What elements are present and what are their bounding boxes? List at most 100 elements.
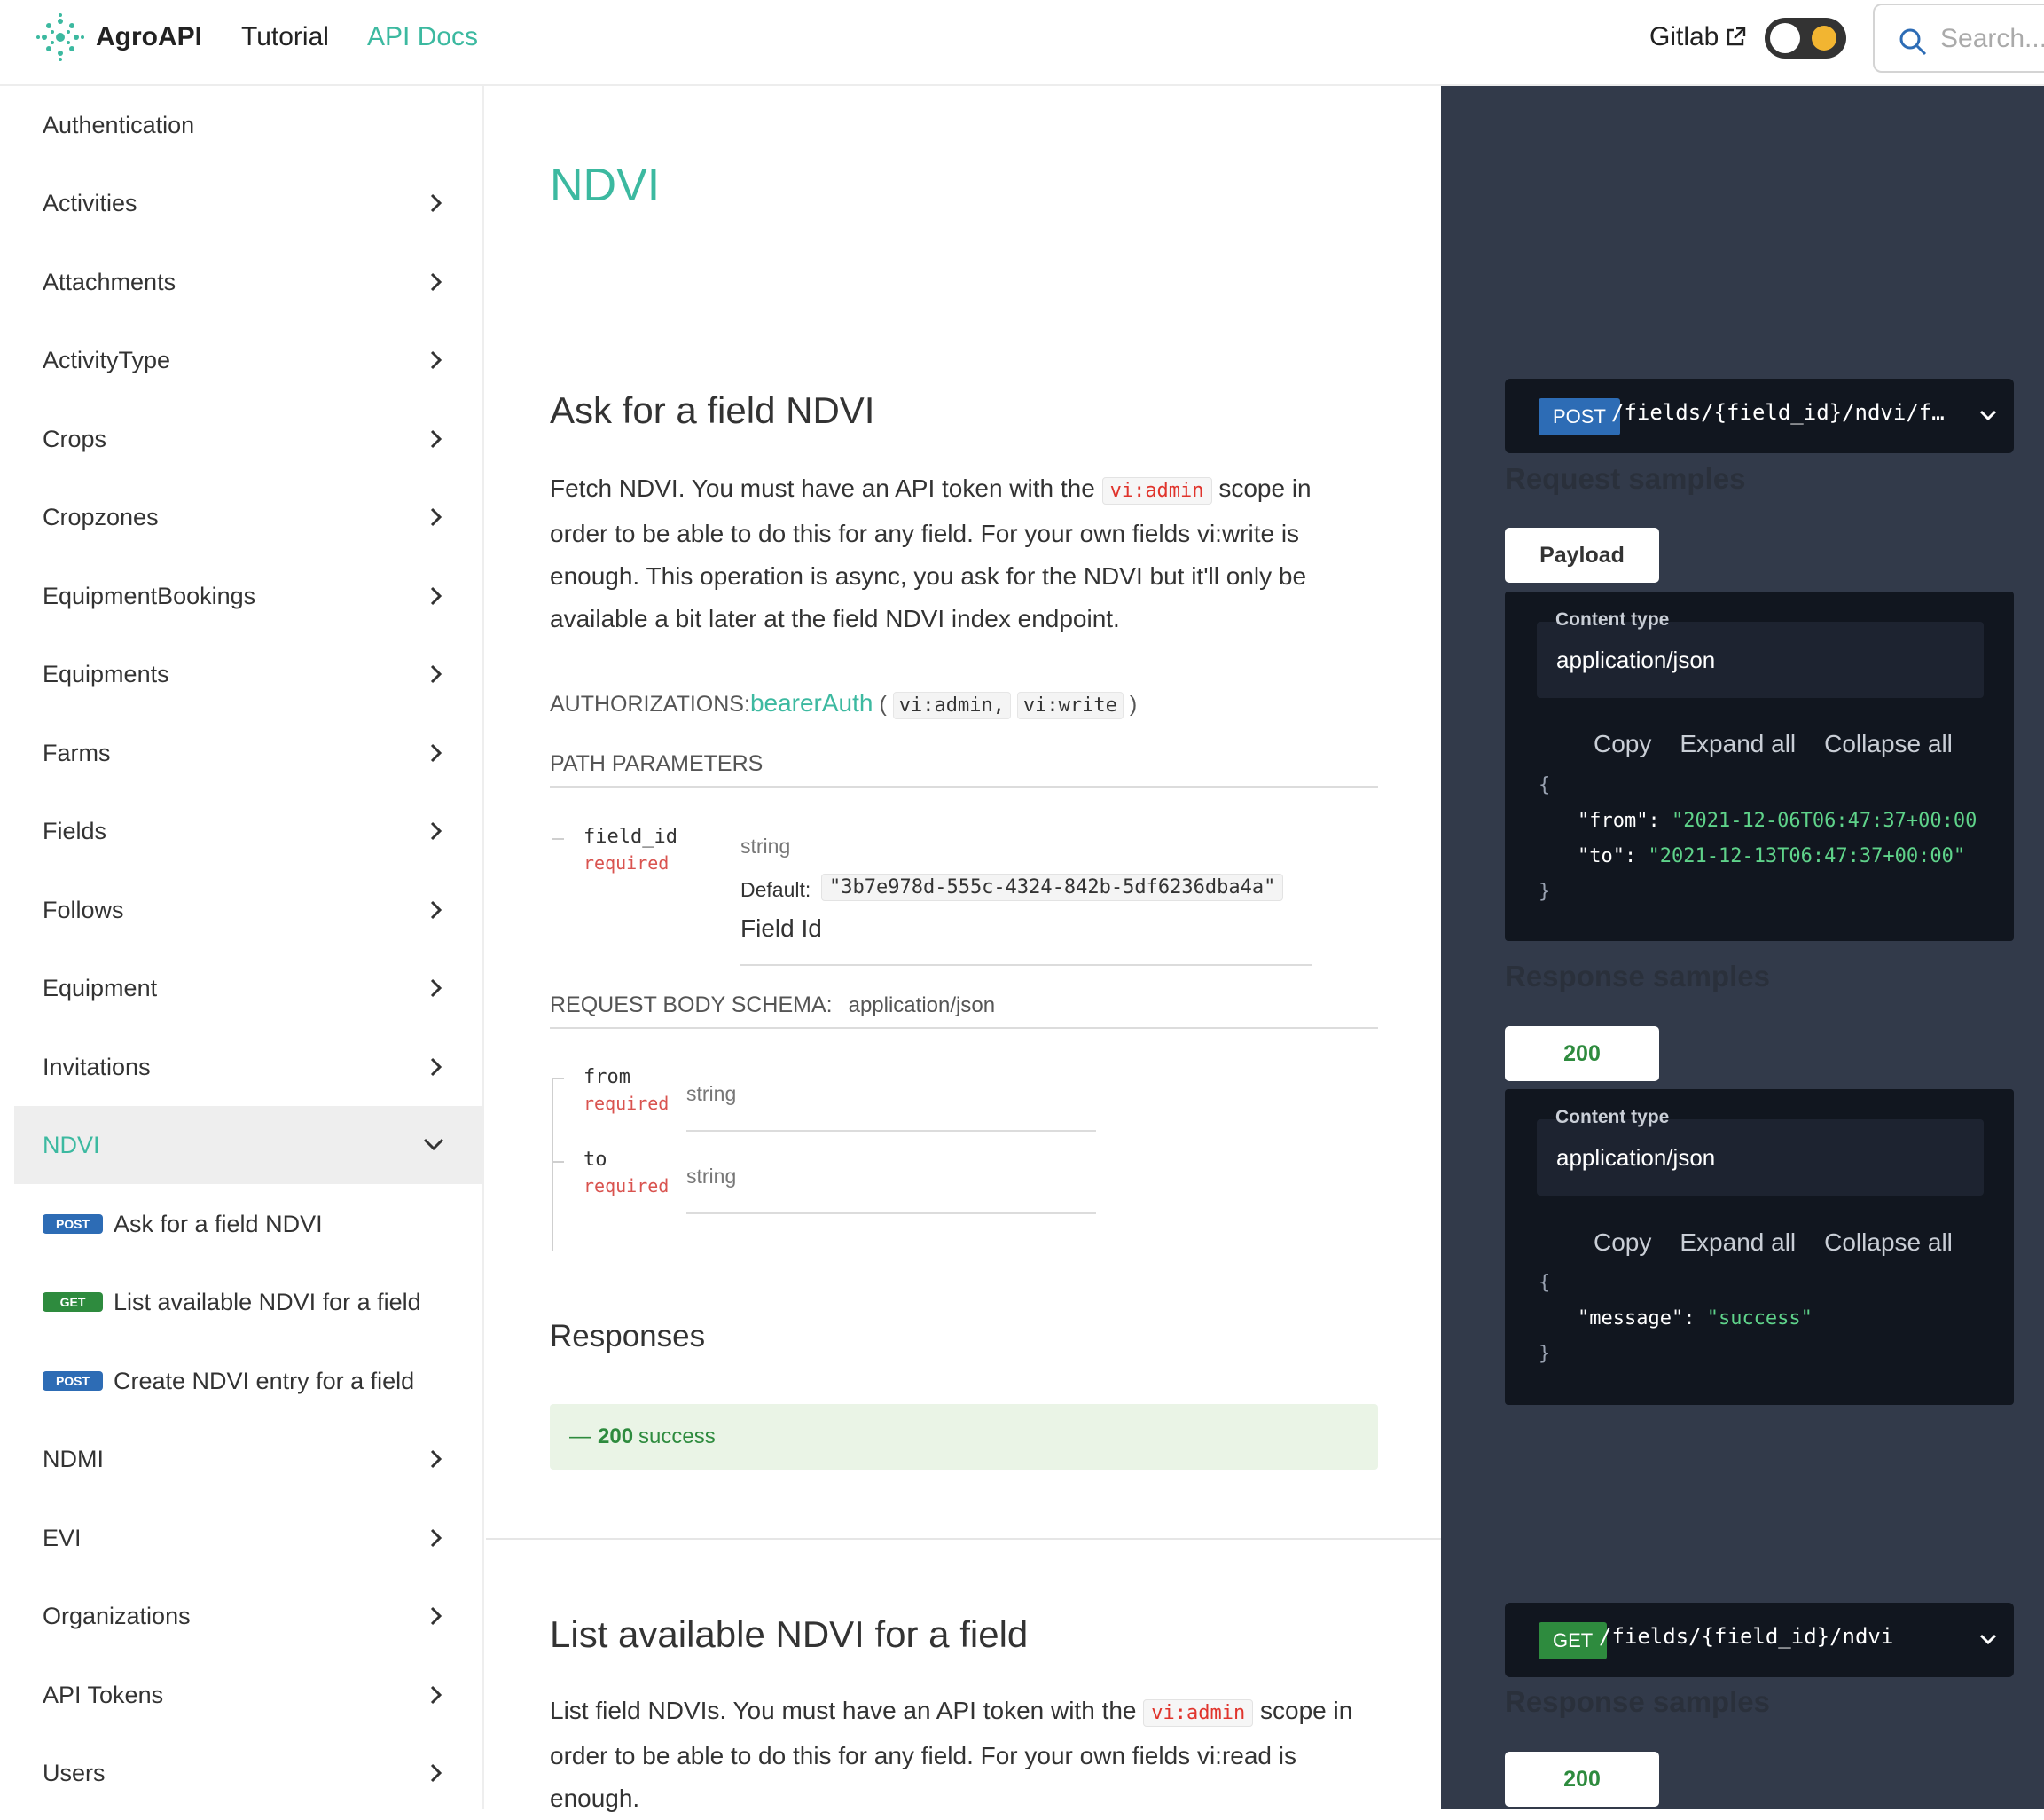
- auth-scope: vi:admin,: [892, 692, 1011, 719]
- sidebar-item-crops[interactable]: Crops: [14, 400, 484, 478]
- copy-button[interactable]: Copy: [1594, 730, 1651, 757]
- sidebar-subitem-list-ndvi[interactable]: GET List available NDVI for a field: [14, 1263, 484, 1341]
- search-input[interactable]: [1940, 21, 2044, 57]
- gitlab-link[interactable]: Gitlab: [1649, 22, 1719, 52]
- sidebar-item-label: Equipment: [43, 974, 158, 1001]
- search-icon: [1899, 28, 1927, 56]
- json-key: "to":: [1578, 845, 1637, 867]
- page-title: NDVI: [550, 160, 661, 211]
- payload-tab[interactable]: Payload: [1505, 528, 1659, 583]
- main-content: NDVI Ask for a field NDVI Fetch NDVI. Yo…: [486, 86, 1441, 1812]
- sidebar-item-ndvi[interactable]: NDVI: [14, 1106, 484, 1184]
- auth-scheme-link[interactable]: bearerAuth: [750, 689, 873, 717]
- sidebar-item-cropzones[interactable]: Cropzones: [14, 478, 484, 556]
- code-line: "to": "2021-12-13T06:47:37+00:00": [1578, 845, 1965, 867]
- response-sample-panel: Content type application/json Copy Expand…: [1505, 1089, 2014, 1405]
- sidebar-item-label: Activities: [43, 189, 137, 216]
- responses-heading: Responses: [550, 1319, 706, 1353]
- top-nav: AgroAPI Tutorial API Docs Gitlab: [0, 0, 2044, 86]
- response-samples-heading: Response samples: [1505, 1685, 1770, 1718]
- method-badge: POST: [43, 1371, 103, 1391]
- external-link-icon: [1727, 27, 1746, 46]
- sidebar-item-ndmi[interactable]: NDMI: [14, 1420, 484, 1498]
- sidebar-item-fields[interactable]: Fields: [14, 792, 484, 870]
- chevron-right-icon: [430, 1057, 442, 1077]
- sidebar-item-users[interactable]: Users: [14, 1734, 484, 1812]
- sidebar-item-equipments[interactable]: Equipments: [14, 635, 484, 713]
- sidebar-item-equipmentbookings[interactable]: EquipmentBookings: [14, 557, 484, 635]
- brand-name[interactable]: AgroAPI: [96, 22, 202, 52]
- response-200-row[interactable]: — 200 success: [550, 1404, 1378, 1470]
- auth-paren: (: [879, 692, 887, 717]
- code-line: }: [1539, 1343, 1550, 1365]
- code-line: {: [1539, 1272, 1550, 1294]
- sidebar-item-organizations[interactable]: Organizations: [14, 1577, 484, 1655]
- sidebar-item-authentication[interactable]: Authentication: [14, 86, 484, 164]
- sidebar-item-farms[interactable]: Farms: [14, 714, 484, 792]
- json-brace: {: [1539, 1272, 1551, 1294]
- agroapi-logo-icon[interactable]: [35, 12, 85, 62]
- response-samples-heading: Response samples: [1505, 960, 1770, 992]
- content-type-label: Content type: [1555, 609, 1670, 630]
- status-200-tab[interactable]: 200: [1505, 1752, 1659, 1807]
- theme-toggle[interactable]: [1765, 18, 1846, 59]
- scope-code: vi:admin: [1101, 477, 1212, 505]
- chevron-right-icon: [430, 272, 442, 292]
- sidebar-item-label: NDVI: [43, 1131, 100, 1158]
- sidebar-item-activitytype[interactable]: ActivityType: [14, 321, 484, 399]
- collapse-all-button[interactable]: Collapse all: [1824, 730, 1953, 757]
- param-name: from: [583, 1066, 630, 1088]
- chevron-down-icon: [1979, 410, 1997, 421]
- search-box[interactable]: [1873, 4, 2044, 73]
- sidebar-item-activities[interactable]: Activities: [14, 164, 484, 242]
- sidebar: Authentication Activities Attachments Ac…: [14, 86, 484, 1809]
- content-type-value: application/json: [1556, 1144, 1716, 1171]
- sidebar-item-follows[interactable]: Follows: [14, 871, 484, 949]
- sidebar-item-label: Equipments: [43, 660, 169, 687]
- param-description: Field Id: [740, 914, 822, 942]
- sidebar-item-evi[interactable]: EVI: [14, 1499, 484, 1577]
- sidebar-item-label: Attachments: [43, 268, 176, 295]
- sidebar-item-label: Fields: [43, 817, 107, 844]
- sidebar-item-label: Users: [43, 1759, 106, 1786]
- sidebar-subitem-create-ndvi[interactable]: POST Create NDVI entry for a field: [14, 1342, 484, 1420]
- tree-connector: [552, 1078, 553, 1251]
- json-brace: }: [1539, 881, 1551, 903]
- tree-connector: [552, 1078, 564, 1079]
- chevron-right-icon: [430, 586, 442, 606]
- sidebar-subitem-label: Ask for a field NDVI: [114, 1210, 323, 1237]
- chevron-down-icon: [423, 1138, 444, 1151]
- chevron-right-icon: [430, 900, 442, 920]
- nav-link-tutorial[interactable]: Tutorial: [241, 22, 329, 52]
- expand-all-button[interactable]: Expand all: [1680, 730, 1796, 757]
- param-required: required: [583, 1175, 670, 1196]
- code-line: {: [1539, 774, 1550, 796]
- status-200-tab[interactable]: 200: [1505, 1026, 1659, 1081]
- endpoint-selector[interactable]: POST /fields/{field_id}/ndvi/f…: [1505, 379, 2014, 453]
- sidebar-subitem-label: List available NDVI for a field: [114, 1288, 421, 1315]
- sidebar-item-attachments[interactable]: Attachments: [14, 243, 484, 321]
- json-string: "2021-12-06T06:47:37+00:00: [1671, 810, 1977, 832]
- sidebar-item-label: EquipmentBookings: [43, 582, 256, 609]
- sidebar-subitem-ask-ndvi[interactable]: POST Ask for a field NDVI: [14, 1185, 484, 1263]
- copy-button[interactable]: Copy: [1594, 1228, 1651, 1256]
- chevron-right-icon: [430, 350, 442, 370]
- scope-code: vi:admin: [1143, 1699, 1254, 1727]
- operation-title: Ask for a field NDVI: [550, 389, 875, 431]
- auth-label: AUTHORIZATIONS:: [550, 692, 750, 717]
- tree-connector: [552, 838, 564, 840]
- nav-link-api-docs[interactable]: API Docs: [367, 22, 478, 52]
- json-brace: {: [1539, 774, 1551, 796]
- expand-all-button[interactable]: Expand all: [1680, 1228, 1796, 1256]
- sidebar-item-label: Farms: [43, 739, 111, 766]
- collapse-all-button[interactable]: Collapse all: [1824, 1228, 1953, 1256]
- sidebar-item-equipment[interactable]: Equipment: [14, 949, 484, 1027]
- sidebar-item-invitations[interactable]: Invitations: [14, 1028, 484, 1106]
- sidebar-item-label: Organizations: [43, 1602, 191, 1629]
- request-sample-panel: Content type application/json Copy Expand…: [1505, 592, 2014, 941]
- section-divider: [486, 1538, 1441, 1540]
- chevron-right-icon: [430, 507, 442, 527]
- sidebar-item-api-tokens[interactable]: API Tokens: [14, 1656, 484, 1734]
- json-string: "success": [1706, 1307, 1813, 1330]
- endpoint-selector[interactable]: GET /fields/{field_id}/ndvi: [1505, 1603, 2014, 1677]
